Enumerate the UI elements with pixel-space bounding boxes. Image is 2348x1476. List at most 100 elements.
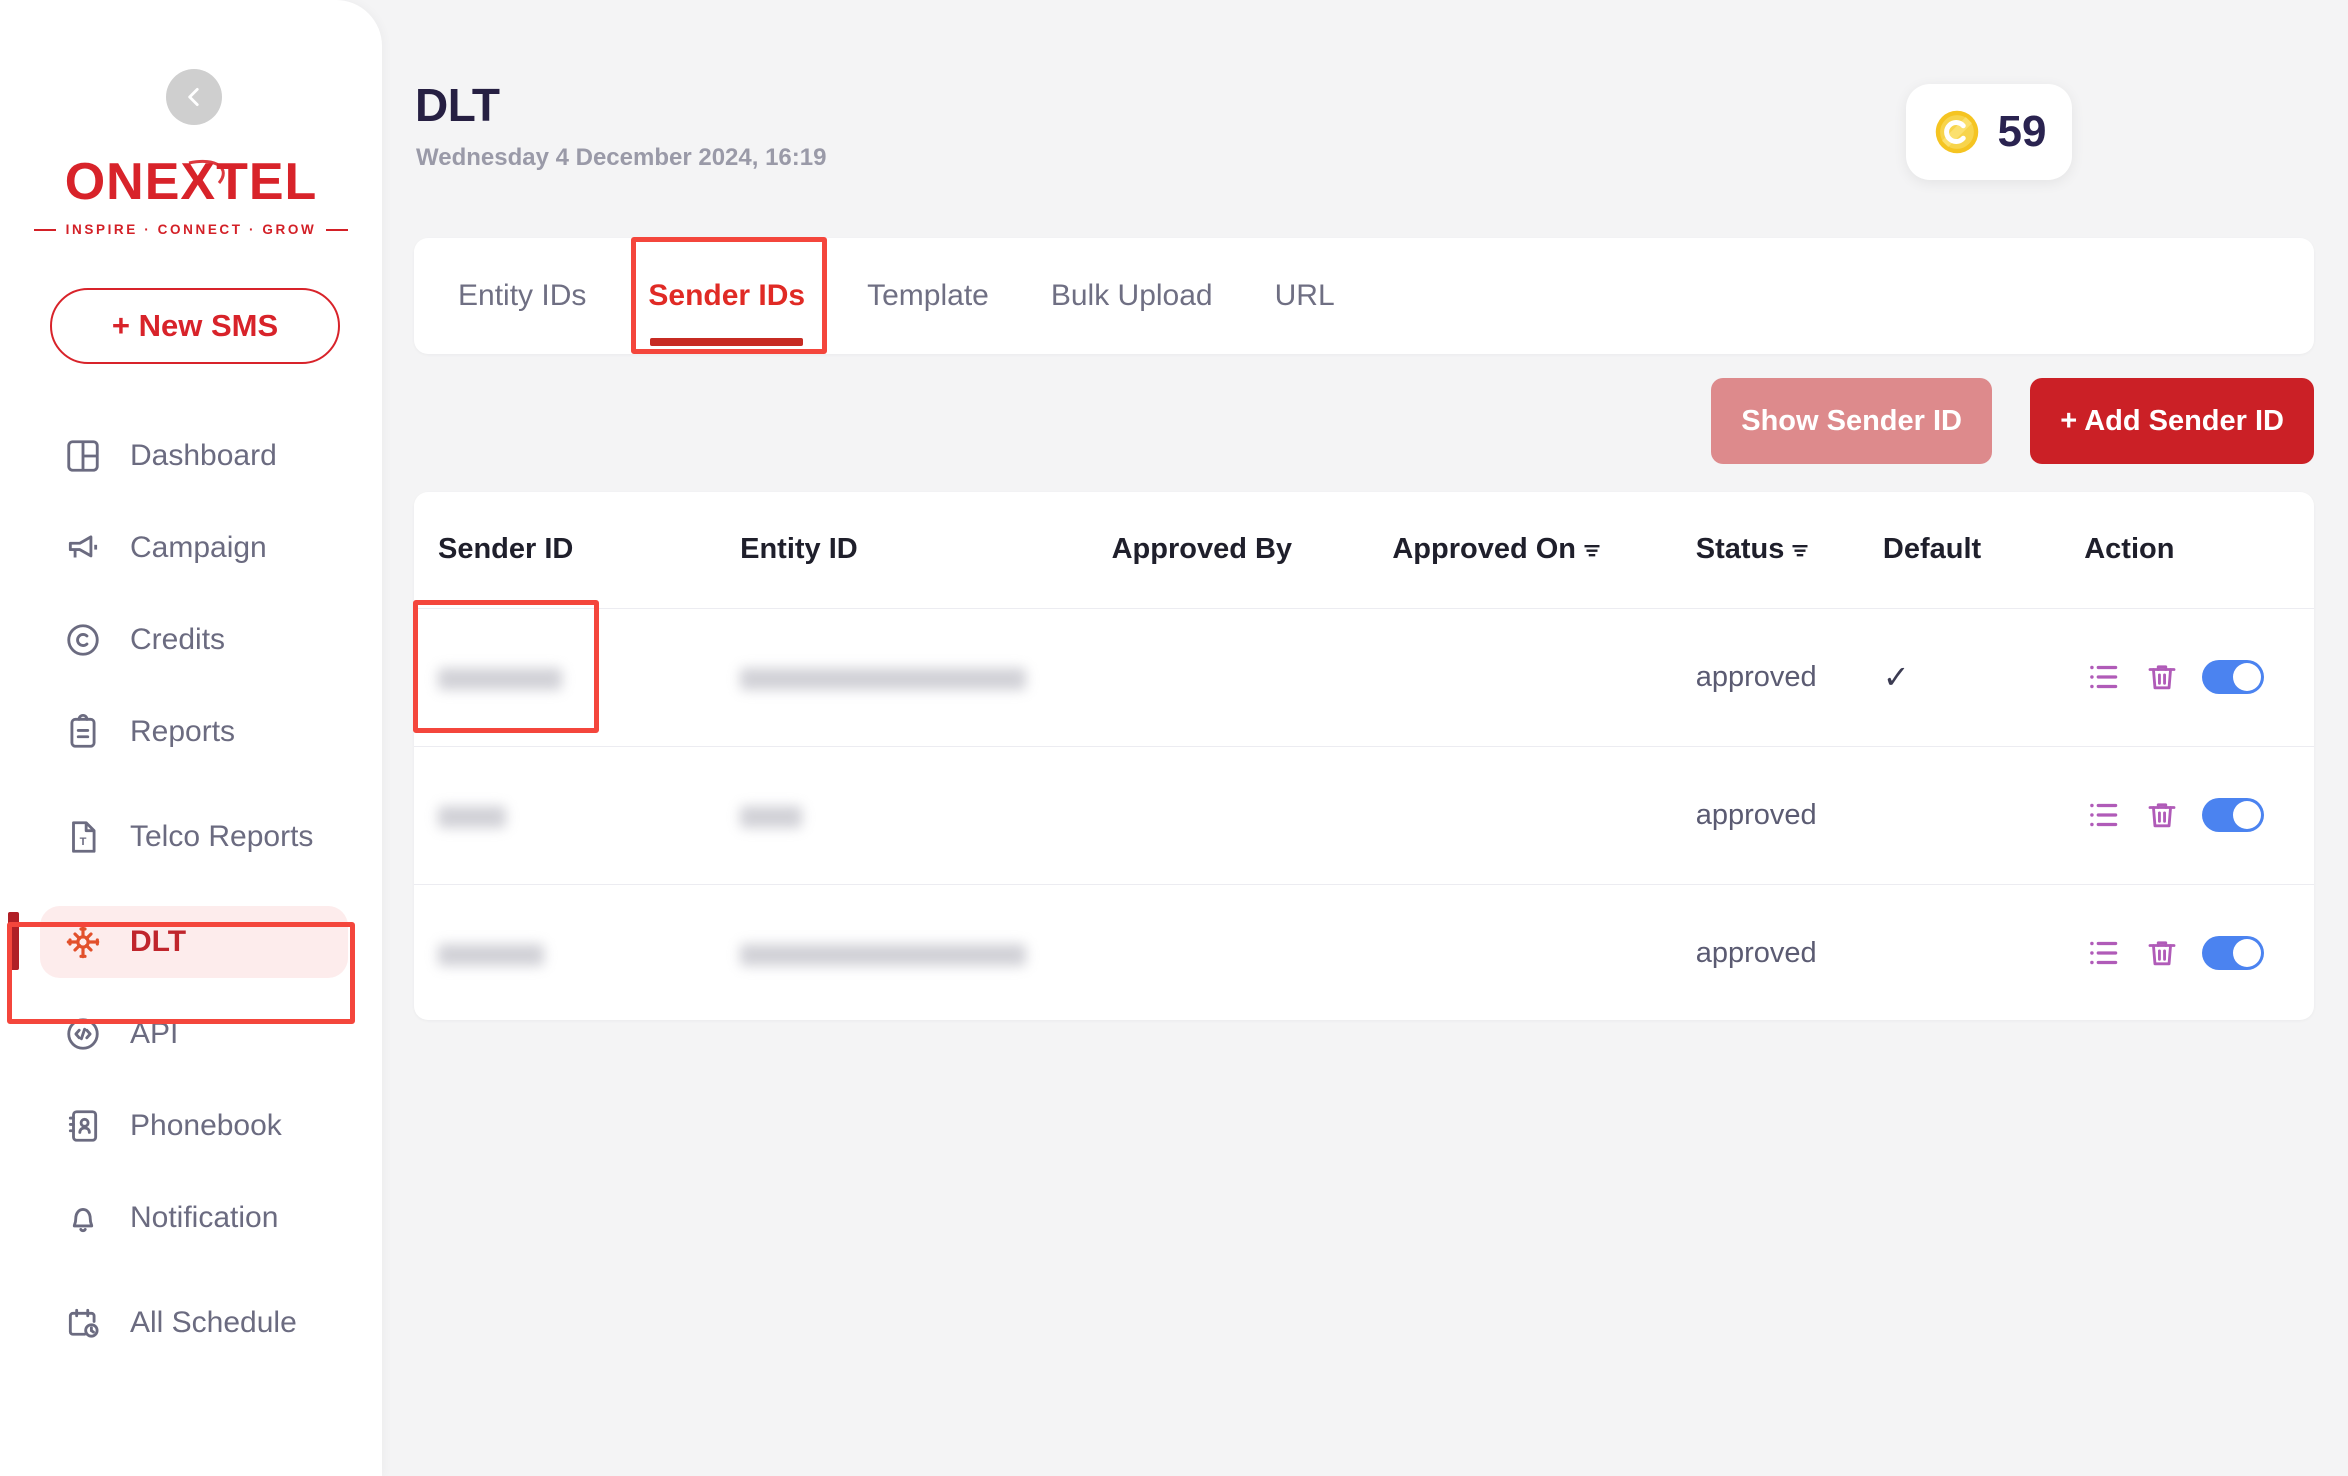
tab-bulk-upload[interactable]: Bulk Upload <box>1051 238 1213 354</box>
column-header-approved-on[interactable]: Approved On <box>1392 492 1695 608</box>
calendar-clock-icon <box>62 1302 104 1344</box>
table-body: approved ✓ approved approved <box>414 607 2314 1020</box>
cell-status: approved <box>1695 883 1883 1020</box>
credits-value: 59 <box>1997 107 2047 156</box>
cell-action <box>2084 883 2314 1020</box>
cell-entity-id <box>740 745 1112 884</box>
status-badge: approved <box>1695 936 1817 969</box>
tab-entity-ids[interactable]: Entity IDs <box>458 238 586 354</box>
cell-approved-by <box>1111 745 1393 884</box>
toggle-knob <box>2233 801 2262 829</box>
table-header-row: Sender ID Entity ID Approved By Approved… <box>414 492 2314 608</box>
column-header-sender-id[interactable]: Sender ID <box>414 492 740 608</box>
sidebar-item-label: Phonebook <box>130 1109 282 1143</box>
sidebar-collapse-button[interactable] <box>166 69 222 125</box>
column-label: Sender ID <box>438 533 574 566</box>
sender-ids-table-card: Sender ID Entity ID Approved By Approved… <box>414 492 2314 1020</box>
view-details-button[interactable] <box>2084 934 2122 972</box>
active-marker <box>8 912 19 970</box>
trash-icon <box>2148 665 2176 690</box>
table-head: Sender ID Entity ID Approved By Approved… <box>414 492 2314 608</box>
column-label: Action <box>2084 533 2175 566</box>
cell-approved-by <box>1111 883 1393 1020</box>
cell-default <box>1882 745 2085 884</box>
credits-coin-icon <box>62 619 104 661</box>
column-label: Entity ID <box>740 533 858 566</box>
sidebar-item-label: Dashboard <box>130 439 277 473</box>
sidebar-item-reports[interactable]: Reports <box>0 686 382 778</box>
column-header-approved-by[interactable]: Approved By <box>1112 492 1393 608</box>
cell-approved-on <box>1392 883 1696 1020</box>
sidebar-item-campaign[interactable]: Campaign <box>0 502 382 594</box>
enable-toggle[interactable] <box>2202 660 2265 694</box>
list-icon <box>2090 665 2118 689</box>
tab-template[interactable]: Template <box>867 238 989 354</box>
bell-icon <box>62 1197 104 1239</box>
sidebar-item-telco-reports[interactable]: T Telco Reports <box>0 778 382 896</box>
column-header-default: Default <box>1883 492 2084 608</box>
column-label: Approved By <box>1111 533 1293 566</box>
cell-status: approved <box>1695 745 1883 884</box>
cell-entity-id <box>740 883 1112 1020</box>
clipboard-icon <box>62 711 104 753</box>
brand-tagline: INSPIRE · CONNECT · GROW <box>65 222 317 237</box>
sidebar-item-label: Telco Reports <box>130 820 314 854</box>
dlt-network-icon <box>62 921 104 963</box>
sidebar-item-label: All Schedule <box>130 1306 297 1340</box>
enable-toggle[interactable] <box>2202 798 2265 832</box>
column-label: Default <box>1882 533 1982 566</box>
table-row: approved <box>414 883 2314 1020</box>
cell-action <box>2084 745 2314 884</box>
cell-default: ✓ <box>1882 607 2085 746</box>
new-sms-button[interactable]: + New SMS <box>50 288 340 364</box>
tab-sender-ids[interactable]: Sender IDs <box>648 238 805 354</box>
redacted-entity-id <box>740 667 1027 690</box>
list-icon <box>2090 942 2118 965</box>
redacted-sender-id <box>438 943 544 966</box>
cell-sender-id <box>414 883 741 1020</box>
sort-filter-icon <box>1792 544 1808 557</box>
row-actions <box>2084 934 2314 972</box>
list-icon <box>2090 803 2118 827</box>
column-header-status[interactable]: Status <box>1696 492 1883 608</box>
sidebar-item-all-schedule[interactable]: All Schedule <box>0 1264 382 1382</box>
delete-button[interactable] <box>2144 797 2180 833</box>
sidebar-item-notification[interactable]: Notification <box>0 1172 382 1264</box>
column-header-action: Action <box>2084 492 2314 608</box>
view-details-button[interactable] <box>2084 796 2122 834</box>
sidebar-nav: Dashboard Campaign Credits Reports T Tel… <box>0 410 382 1382</box>
sidebar-item-api[interactable]: API <box>0 988 382 1080</box>
enable-toggle[interactable] <box>2202 936 2265 971</box>
redacted-entity-id <box>740 805 803 828</box>
sidebar-item-dlt[interactable]: DLT <box>0 896 382 988</box>
column-label: Status <box>1695 533 1785 566</box>
row-actions <box>2084 796 2314 834</box>
view-details-button[interactable] <box>2084 658 2122 696</box>
trash-icon <box>2148 941 2176 966</box>
cell-action <box>2084 607 2314 746</box>
cell-sender-id <box>414 745 741 884</box>
telco-doc-icon: T <box>62 816 104 858</box>
status-badge: approved <box>1695 798 1817 831</box>
sidebar-item-label: Credits <box>130 623 226 657</box>
table-toolbar: Show Sender ID + Add Sender ID <box>414 378 2314 470</box>
delete-button[interactable] <box>2144 935 2180 971</box>
sidebar-item-label: DLT <box>130 925 187 959</box>
cell-approved-by <box>1111 607 1393 746</box>
sidebar-item-phonebook[interactable]: Phonebook <box>0 1080 382 1172</box>
credits-badge[interactable]: 59 <box>1906 84 2072 180</box>
delete-button[interactable] <box>2144 659 2180 695</box>
sender-ids-table: Sender ID Entity ID Approved By Approved… <box>414 492 2314 1020</box>
sidebar-item-dashboard[interactable]: Dashboard <box>0 410 382 502</box>
tagline-rule-right <box>326 228 349 231</box>
sidebar-item-credits[interactable]: Credits <box>0 594 382 686</box>
cell-default <box>1882 883 2085 1020</box>
svg-text:T: T <box>80 836 87 848</box>
column-header-entity-id[interactable]: Entity ID <box>740 492 1111 608</box>
redacted-entity-id <box>740 943 1027 966</box>
toggle-knob <box>2233 663 2262 691</box>
add-sender-id-button[interactable]: + Add Sender ID <box>2030 378 2314 464</box>
show-sender-id-button[interactable]: Show Sender ID <box>1711 378 1992 464</box>
tab-url[interactable]: URL <box>1275 238 1335 354</box>
cell-entity-id <box>740 607 1112 746</box>
